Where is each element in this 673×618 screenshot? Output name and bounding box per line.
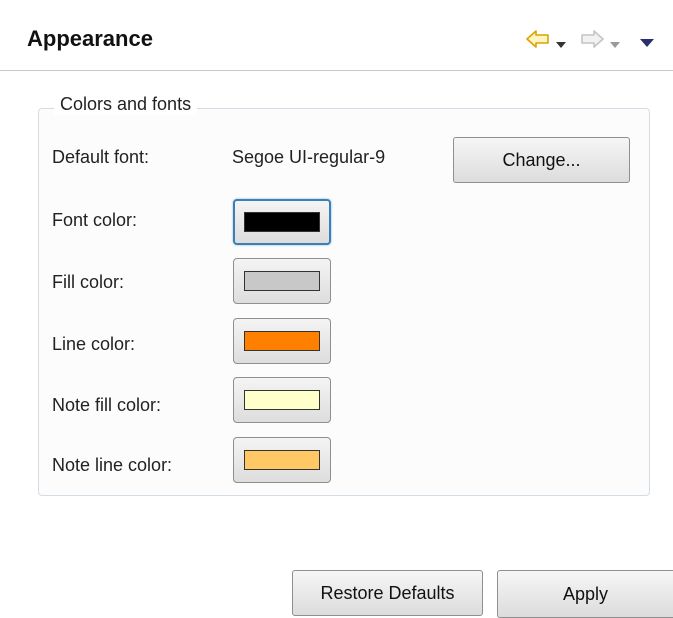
line-color-button[interactable]	[233, 318, 331, 364]
font-color-button[interactable]	[233, 199, 331, 245]
back-arrow-icon[interactable]	[526, 30, 550, 53]
note-fill-color-swatch	[244, 390, 320, 410]
note-line-color-label: Note line color:	[52, 455, 173, 475]
default-font-value: Segoe UI-regular-9	[232, 147, 386, 167]
view-menu-icon[interactable]	[640, 35, 654, 53]
font-color-label: Font color:	[52, 210, 138, 230]
change-font-button[interactable]: Change...	[453, 137, 630, 183]
apply-button[interactable]: Apply	[497, 570, 673, 618]
fill-color-button[interactable]	[233, 258, 331, 304]
forward-arrow-icon[interactable]	[580, 30, 604, 53]
note-fill-color-button[interactable]	[233, 377, 331, 423]
note-line-color-swatch	[244, 450, 320, 470]
page-title: Appearance	[27, 26, 153, 51]
font-color-swatch	[244, 212, 320, 232]
fill-color-label: Fill color:	[52, 272, 125, 292]
preference-page-header: Appearance	[0, 0, 673, 71]
default-font-label: Default font:	[52, 147, 150, 167]
line-color-label: Line color:	[52, 334, 136, 354]
line-color-swatch	[244, 331, 320, 351]
note-line-color-button[interactable]	[233, 437, 331, 483]
back-history-dropdown-icon[interactable]	[556, 36, 566, 54]
note-fill-color-label: Note fill color:	[52, 395, 162, 415]
fill-color-swatch	[244, 271, 320, 291]
restore-defaults-button[interactable]: Restore Defaults	[292, 570, 483, 616]
forward-history-dropdown-icon[interactable]	[610, 36, 620, 54]
group-title: Colors and fonts	[54, 94, 198, 115]
